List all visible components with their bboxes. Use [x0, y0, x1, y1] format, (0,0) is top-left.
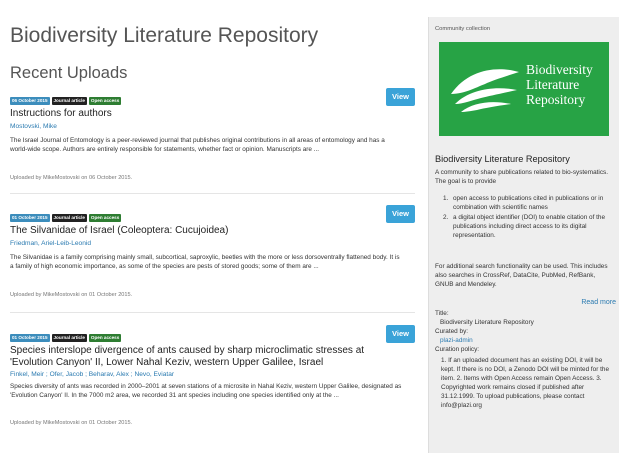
- date-badge: 01 October 2015: [10, 334, 50, 342]
- curated-label: Curated by:: [435, 328, 469, 335]
- type-badge: Journal article: [51, 214, 87, 222]
- policy-text: 1. If an uploaded document has an existi…: [441, 357, 610, 409]
- record-meta: Uploaded by MikeMostovski on 01 October …: [10, 292, 133, 298]
- record-description: Species diversity of ants was recorded i…: [10, 383, 402, 400]
- view-button[interactable]: View: [386, 205, 415, 223]
- record-divider: [10, 193, 415, 194]
- list-item: 1. open access to publications cited in p…: [435, 194, 610, 212]
- date-badge: 06 October 2015: [10, 97, 50, 105]
- record-divider: [10, 312, 415, 313]
- record-authors[interactable]: Finkel, Meir ; Ofer, Jacob ; Beharav, Al…: [10, 371, 174, 378]
- community-sidebar: Community collection Biodiversity Litera…: [428, 17, 619, 453]
- access-badge: Open access: [88, 214, 122, 222]
- curator-link[interactable]: plazi-admin: [440, 337, 473, 344]
- title-value: Biodiversity Literature Repository: [440, 319, 534, 326]
- logo-line: Literature: [526, 77, 580, 92]
- community-description: A community to share publications relate…: [435, 169, 608, 185]
- view-button[interactable]: View: [386, 88, 415, 106]
- record-description: The Israel Journal of Entomology is a pe…: [10, 137, 385, 154]
- record-title[interactable]: Species interslope divergence of ants ca…: [10, 345, 380, 368]
- section-title: Recent Uploads: [10, 64, 128, 82]
- sidebar-header: Community collection: [435, 26, 491, 32]
- community-goals: 1. open access to publications cited in p…: [435, 194, 610, 241]
- view-button[interactable]: View: [386, 325, 415, 343]
- type-badge: Journal article: [51, 334, 87, 342]
- record-badges: 01 October 2015 Journal article Open acces…: [10, 334, 123, 342]
- list-number: 2.: [443, 214, 449, 221]
- main-content: Biodiversity Literature Repository Recen…: [10, 0, 415, 453]
- community-logo[interactable]: Biodiversity Literature Repository: [439, 42, 609, 136]
- record-authors[interactable]: Friedman, Ariel-Leib-Leonid: [10, 240, 91, 247]
- logo-line: Repository: [526, 92, 586, 107]
- list-text: a digital object identifier (DOI) to ena…: [453, 214, 606, 239]
- page-title: Biodiversity Literature Repository: [10, 24, 319, 47]
- logo-line: Biodiversity: [526, 62, 593, 77]
- record-authors[interactable]: Mostovski, Mike: [10, 123, 57, 130]
- record-meta: Uploaded by MikeMostovski on 01 October …: [10, 420, 133, 426]
- list-number: 1.: [443, 195, 449, 202]
- title-label: Title:: [435, 310, 449, 317]
- access-badge: Open access: [88, 97, 122, 105]
- type-badge: Journal article: [51, 97, 87, 105]
- leaf-icon: [451, 69, 519, 112]
- record-title[interactable]: The Silvanidae of Israel (Coleoptera: Cu…: [10, 225, 380, 237]
- policy-label: Curation policy:: [435, 346, 480, 353]
- list-item: 2. a digital object identifier (DOI) to e…: [435, 213, 610, 240]
- record-meta: Uploaded by MikeMostovski on 06 October …: [10, 175, 133, 181]
- community-extra: For additional search functionality can …: [435, 263, 608, 288]
- record-title[interactable]: Instructions for authors: [10, 108, 380, 120]
- access-badge: Open access: [88, 334, 122, 342]
- date-badge: 01 October 2015: [10, 214, 50, 222]
- record-description: The Silvanidae is a family comprising ma…: [10, 254, 400, 271]
- record-badges: 06 October 2015 Journal article Open acces…: [10, 97, 123, 105]
- logo-text: Biodiversity Literature Repository: [526, 62, 593, 107]
- read-more-link[interactable]: Read more: [581, 299, 616, 306]
- record-badges: 01 October 2015 Journal article Open acces…: [10, 214, 123, 222]
- list-text: open access to publications cited in pub…: [453, 195, 604, 211]
- community-title: Biodiversity Literature Repository: [435, 154, 570, 164]
